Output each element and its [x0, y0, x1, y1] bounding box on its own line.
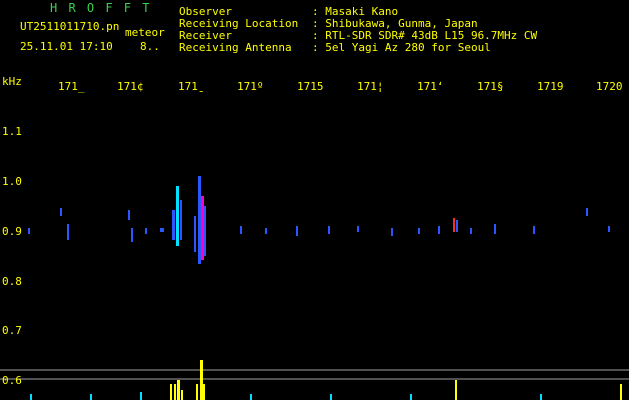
bottom-peak-bars — [30, 360, 622, 400]
top-tick: 171_ — [58, 80, 85, 93]
info-label-location: Receiving Location — [179, 17, 299, 30]
meteor-label: meteor — [125, 26, 165, 39]
axis-unit-label: kHz — [2, 75, 22, 88]
info-value-observer: : Masaki Kano — [312, 5, 399, 18]
top-tick: 171º — [237, 80, 264, 93]
datetime: 25.11.01 17:10 — [20, 40, 113, 53]
counter: 8.. — [140, 40, 160, 53]
left-tick: 1.0 — [2, 175, 22, 188]
info-label-antenna: Receiving Antenna — [179, 41, 292, 54]
top-tick: 171ʻ — [417, 80, 444, 93]
top-tick: 171¦ — [357, 80, 384, 93]
filename: UT2511011710.pn — [20, 20, 120, 33]
info-value-receiver: : RTL-SDR SDR# 43dB L15 96.7MHz CW — [312, 29, 538, 42]
baseline-signal-streak — [28, 176, 610, 264]
info-label-receiver: Receiver — [179, 29, 232, 42]
left-tick: 1.1 — [2, 125, 22, 138]
left-tick: 0.6 — [2, 374, 22, 387]
left-tick: 0.9 — [2, 225, 22, 238]
top-tick: 171§ — [477, 80, 504, 93]
top-tick: 1719 — [537, 80, 564, 93]
spectrogram-canvas — [0, 176, 629, 400]
top-tick: 1720 — [596, 80, 623, 93]
top-tick: 171¢ — [117, 80, 144, 93]
top-tick: 171̱ — [178, 80, 198, 93]
info-value-antenna: : 5el Yagi Az 280 for Seoul — [312, 41, 491, 54]
left-tick: 0.7 — [2, 324, 22, 337]
info-value-location: : Shibukawa, Gunma, Japan — [312, 17, 478, 30]
left-tick: 0.8 — [2, 275, 22, 288]
top-tick: 1715 — [297, 80, 324, 93]
info-label-observer: Observer — [179, 5, 232, 18]
brand-title: H R O F F T — [50, 1, 152, 15]
